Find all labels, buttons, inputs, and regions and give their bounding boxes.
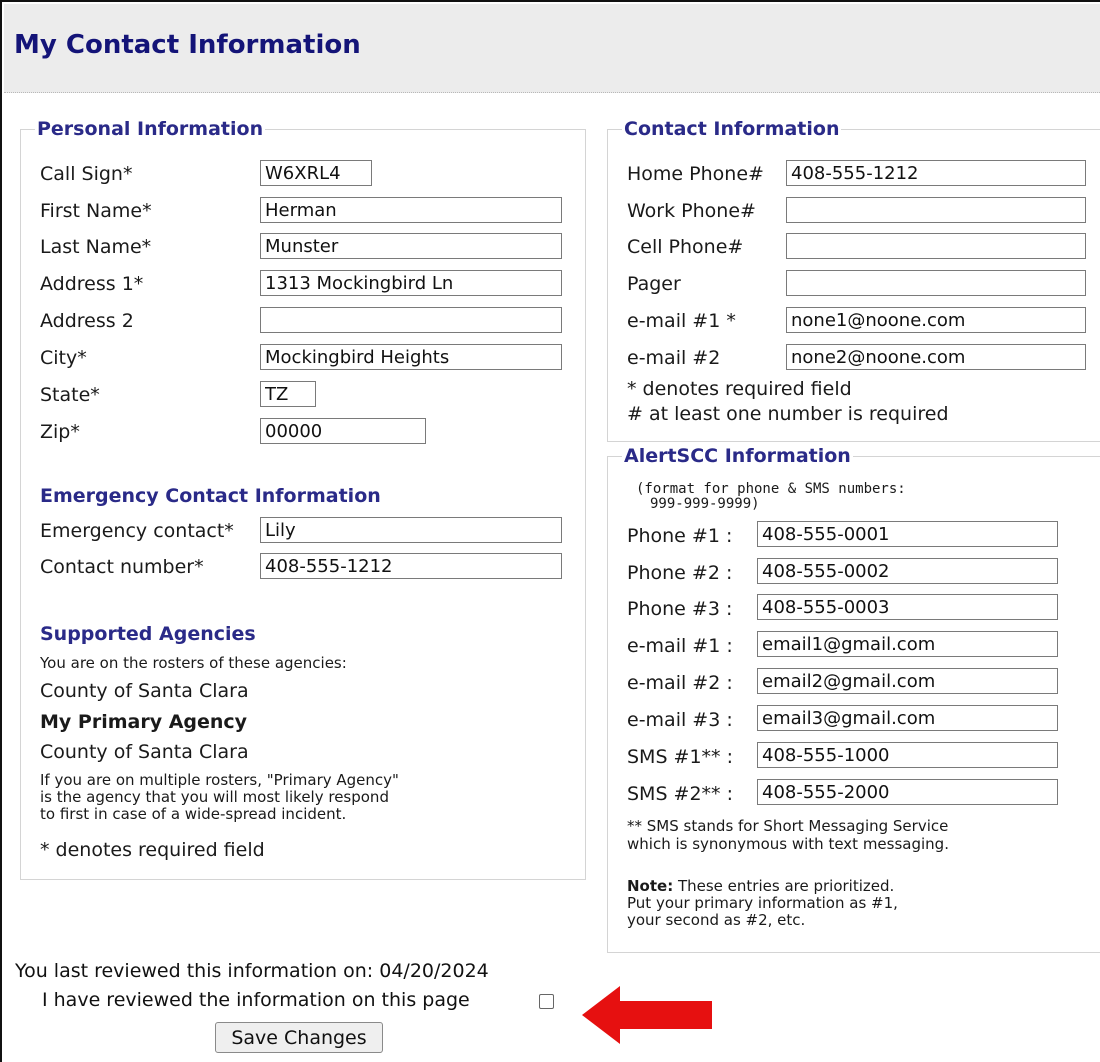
page-title: My Contact Information	[14, 30, 361, 60]
email1-label: e-mail #1 *	[627, 310, 736, 332]
state-label: State*	[40, 384, 100, 406]
city-label: City*	[40, 347, 87, 369]
zip-label: Zip*	[40, 421, 80, 443]
alert-email3-label: e-mail #3 :	[627, 709, 733, 731]
contact-required-note: * denotes required field	[627, 378, 852, 400]
call-sign-label: Call Sign*	[40, 163, 133, 185]
last-name-input[interactable]	[260, 233, 562, 259]
call-sign-input[interactable]	[260, 160, 372, 186]
pager-input[interactable]	[786, 270, 1086, 296]
priority-note-1: Note: These entries are prioritized.	[627, 878, 894, 895]
last-reviewed-label: You last reviewed this information on:	[15, 960, 374, 982]
review-confirm-checkbox[interactable]	[539, 994, 554, 1009]
agencies-note: You are on the rosters of these agencies…	[40, 654, 347, 672]
personal-required-note: * denotes required field	[40, 839, 265, 861]
emergency-contact-label: Emergency contact*	[40, 520, 234, 542]
alert-email3-input[interactable]	[757, 705, 1058, 731]
page-header: My Contact Information	[4, 4, 1100, 93]
primary-agency-explain-1: If you are on multiple rosters, "Primary…	[40, 771, 399, 789]
primary-agency-explain-3: to first in case of a wide-spread incide…	[40, 805, 347, 823]
alert-email1-label: e-mail #1 :	[627, 635, 733, 657]
zip-input[interactable]	[260, 418, 426, 444]
alert-phone3-label: Phone #3 :	[627, 598, 733, 620]
alert-phone3-input[interactable]	[757, 594, 1058, 620]
alert-email1-input[interactable]	[757, 631, 1058, 657]
contact-number-required-note: # at least one number is required	[627, 403, 949, 425]
primary-agency-explain-2: is the agency that you will most likely …	[40, 788, 389, 806]
alertscc-legend: AlertSCC Information	[624, 445, 851, 467]
city-input[interactable]	[260, 344, 562, 370]
alert-phone2-input[interactable]	[757, 558, 1058, 584]
primary-agency-value: County of Santa Clara	[40, 741, 249, 763]
work-phone-input[interactable]	[786, 197, 1086, 223]
alert-sms1-input[interactable]	[757, 742, 1058, 768]
address2-label: Address 2	[40, 310, 134, 332]
alert-email2-label: e-mail #2 :	[627, 672, 733, 694]
first-name-label: First Name*	[40, 200, 152, 222]
first-name-input[interactable]	[260, 197, 562, 223]
agency-roster-item: County of Santa Clara	[40, 680, 249, 702]
email2-input[interactable]	[786, 344, 1086, 370]
alert-sms2-input[interactable]	[757, 779, 1058, 805]
review-confirm-label: I have reviewed the information on this …	[42, 989, 470, 1011]
last-reviewed-date: 04/20/2024	[379, 960, 489, 982]
home-phone-input[interactable]	[786, 160, 1086, 186]
state-input[interactable]	[260, 381, 316, 407]
pager-label: Pager	[627, 273, 681, 295]
last-name-label: Last Name*	[40, 236, 152, 258]
sms-note-1: ** SMS stands for Short Messaging Servic…	[627, 817, 949, 835]
red-arrow-annotation	[582, 986, 712, 1044]
alert-phone1-label: Phone #1 :	[627, 525, 733, 547]
sms-note-2: which is synonymous with text messaging.	[627, 835, 949, 853]
alert-sms1-label: SMS #1** :	[627, 746, 734, 768]
alert-phone2-label: Phone #2 :	[627, 562, 733, 584]
email1-input[interactable]	[786, 307, 1086, 333]
address1-label: Address 1*	[40, 273, 144, 295]
personal-info-legend: Personal Information	[37, 118, 264, 140]
agencies-section-title: Supported Agencies	[40, 623, 256, 645]
address1-input[interactable]	[260, 270, 562, 296]
alert-format-note-1: (format for phone & SMS numbers:	[636, 481, 906, 497]
primary-agency-title: My Primary Agency	[40, 711, 248, 733]
contact-number-label: Contact number*	[40, 556, 204, 578]
contact-number-input[interactable]	[260, 553, 562, 579]
alert-phone1-input[interactable]	[757, 521, 1058, 547]
work-phone-label: Work Phone#	[627, 200, 756, 222]
cell-phone-input[interactable]	[786, 233, 1086, 259]
contact-info-legend: Contact Information	[624, 118, 840, 140]
last-reviewed-line: You last reviewed this information on: 0…	[15, 960, 489, 982]
priority-note-3: your second as #2, etc.	[627, 911, 806, 929]
red-arrow-shape	[582, 986, 712, 1044]
cell-phone-label: Cell Phone#	[627, 236, 744, 258]
home-phone-label: Home Phone#	[627, 163, 764, 185]
emergency-section-title: Emergency Contact Information	[40, 485, 381, 507]
alert-email2-input[interactable]	[757, 668, 1058, 694]
emergency-contact-input[interactable]	[260, 517, 562, 543]
address2-input[interactable]	[260, 307, 562, 333]
save-changes-button[interactable]: Save Changes	[215, 1022, 383, 1053]
alert-sms2-label: SMS #2** :	[627, 783, 734, 805]
alert-format-note-2: 999-999-9999)	[650, 496, 760, 512]
priority-note-2: Put your primary information as #1,	[627, 894, 898, 912]
priority-note-text: These entries are prioritized.	[673, 877, 895, 895]
email2-label: e-mail #2	[627, 347, 721, 369]
priority-note-bold: Note:	[627, 877, 674, 895]
